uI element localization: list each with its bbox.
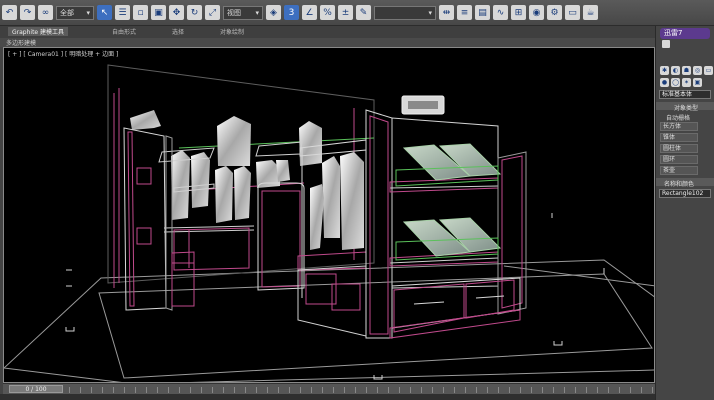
command-panel-tabs: ✱ ◐ ☗ ◎ ▭ [660, 66, 713, 75]
material-editor-icon[interactable]: ◉ [529, 5, 544, 20]
geometry-icon[interactable]: ● [660, 78, 669, 87]
pivot-icon[interactable]: ◈ [266, 5, 281, 20]
cone-button[interactable]: 锥体 [660, 133, 698, 142]
selection-filter-dropdown[interactable]: 全部 ▾ [56, 5, 94, 20]
cylinder-button-label: 圆柱体 [663, 145, 682, 152]
percent-snap-icon[interactable]: % [320, 5, 335, 20]
chevron-down-icon: ▾ [428, 8, 432, 17]
curve-editor-icon[interactable]: ∿ [493, 5, 508, 20]
render-setup-icon[interactable]: ⚙ [547, 5, 562, 20]
display-trays [395, 143, 502, 261]
time-slider[interactable]: 0 / 100 [9, 385, 63, 393]
create-tab-icon[interactable]: ✱ [660, 66, 669, 75]
link-icon[interactable]: ∞ [38, 5, 53, 20]
polygon-modeling-label[interactable]: 多边形建模 [6, 38, 36, 47]
window-crossing-icon[interactable]: ▣ [151, 5, 166, 20]
back-garments [130, 110, 322, 223]
scale-icon[interactable]: ⤢ [205, 5, 220, 20]
selection-filter-value: 全部 [60, 8, 74, 17]
reference-coordinate-dropdown[interactable]: 视图 ▾ [223, 5, 263, 20]
timeline-ticks [69, 387, 655, 393]
named-selection-set-dropdown[interactable]: ▾ [374, 5, 436, 20]
display-tab-icon[interactable]: ▭ [704, 66, 713, 75]
chevron-down-icon: ▾ [86, 8, 90, 17]
schematic-view-icon[interactable]: ⊞ [511, 5, 526, 20]
box-button-label: 长方体 [663, 123, 682, 130]
mirror-icon[interactable]: ⇹ [439, 5, 454, 20]
snap-icon[interactable]: 3 [284, 5, 299, 20]
teapot-button-label: 茶壶 [663, 167, 676, 174]
select-icon[interactable]: ↖ [97, 5, 112, 20]
xunlei-label: 迅雷7 [664, 29, 683, 37]
select-by-name-icon[interactable]: ☰ [115, 5, 130, 20]
viewport-label[interactable]: [ + ] [ Camera01 ] [ 明暗处理 + 边面 ] [8, 49, 118, 58]
name-color-title: 名称和颜色 [664, 181, 695, 188]
cameras-icon[interactable]: ▣ [693, 78, 702, 87]
region-select-icon[interactable]: ▫ [133, 5, 148, 20]
command-panel-toggle-icon[interactable] [662, 40, 670, 48]
ribbon-tab-graphite[interactable]: Graphite 建模工具 [8, 27, 69, 36]
modify-tab-icon[interactable]: ◐ [671, 66, 680, 75]
render-icon[interactable]: ☕ [583, 5, 598, 20]
align-icon[interactable]: ≡ [457, 5, 472, 20]
command-panel: 迅雷7 ✱ ◐ ☗ ◎ ▭ ● ◯ ✶ ▣ 标准基本体 对象类型 自动栅格 长方… [655, 26, 714, 400]
geometry-type-value: 标准基本体 [662, 91, 693, 98]
spinner-snap-icon[interactable]: ± [338, 5, 353, 20]
front-garments [310, 152, 364, 250]
frame-counter: 0 / 100 [25, 386, 47, 393]
object-name-value: Rectangle102 [662, 190, 704, 197]
ribbon-tab-selection[interactable]: 选择 [172, 27, 184, 36]
header-lightbox [401, 95, 445, 115]
xunlei-badge[interactable]: 迅雷7 [660, 28, 710, 39]
create-category-tabs: ● ◯ ✶ ▣ [660, 78, 702, 87]
ribbon-tab-freeform[interactable]: 自由形式 [112, 27, 136, 36]
cylinder-button[interactable]: 圆柱体 [660, 144, 698, 153]
lights-icon[interactable]: ✶ [682, 78, 691, 87]
rotate-icon[interactable]: ↻ [187, 5, 202, 20]
edit-named-selection-icon[interactable]: ✎ [356, 5, 371, 20]
camera-viewport[interactable]: [ + ] [ Camera01 ] [ 明暗处理 + 边面 ] [3, 47, 655, 383]
main-toolbar: ↶ ↷ ∞ 全部 ▾ ↖ ☰ ▫ ▣ ✥ ↻ ⤢ 视图 ▾ ◈ 3 ∠ % ± ✎ … [0, 0, 714, 26]
geometry-type-dropdown[interactable]: 标准基本体 [659, 90, 711, 99]
hierarchy-tab-icon[interactable]: ☗ [682, 66, 691, 75]
shapes-icon[interactable]: ◯ [671, 78, 680, 87]
status-bar [0, 394, 714, 400]
ribbon-tab-object-paint[interactable]: 对象绘制 [220, 27, 244, 36]
floor-wireframe [4, 259, 654, 382]
object-type-title: 对象类型 [674, 105, 699, 112]
torus-button-label: 圆环 [663, 156, 676, 163]
render-frame-icon[interactable]: ▭ [565, 5, 580, 20]
undo-icon[interactable]: ↶ [2, 5, 17, 20]
torus-button[interactable]: 圆环 [660, 155, 698, 164]
move-icon[interactable]: ✥ [169, 5, 184, 20]
cone-button-label: 锥体 [663, 134, 676, 141]
layer-manager-icon[interactable]: ▤ [475, 5, 490, 20]
autogrid-checkbox[interactable]: 自动栅格 [666, 113, 690, 122]
motion-tab-icon[interactable]: ◎ [693, 66, 702, 75]
redo-icon[interactable]: ↷ [20, 5, 35, 20]
object-name-field[interactable]: Rectangle102 [659, 189, 711, 198]
angle-snap-icon[interactable]: ∠ [302, 5, 317, 20]
ribbon-subbar: 多边形建模 [0, 38, 655, 47]
box-button[interactable]: 长方体 [660, 122, 698, 131]
teapot-button[interactable]: 茶壶 [660, 166, 698, 175]
scene-wireframe [4, 64, 654, 382]
reference-coordinate-value: 视图 [227, 8, 241, 17]
chevron-down-icon: ▾ [255, 8, 259, 17]
